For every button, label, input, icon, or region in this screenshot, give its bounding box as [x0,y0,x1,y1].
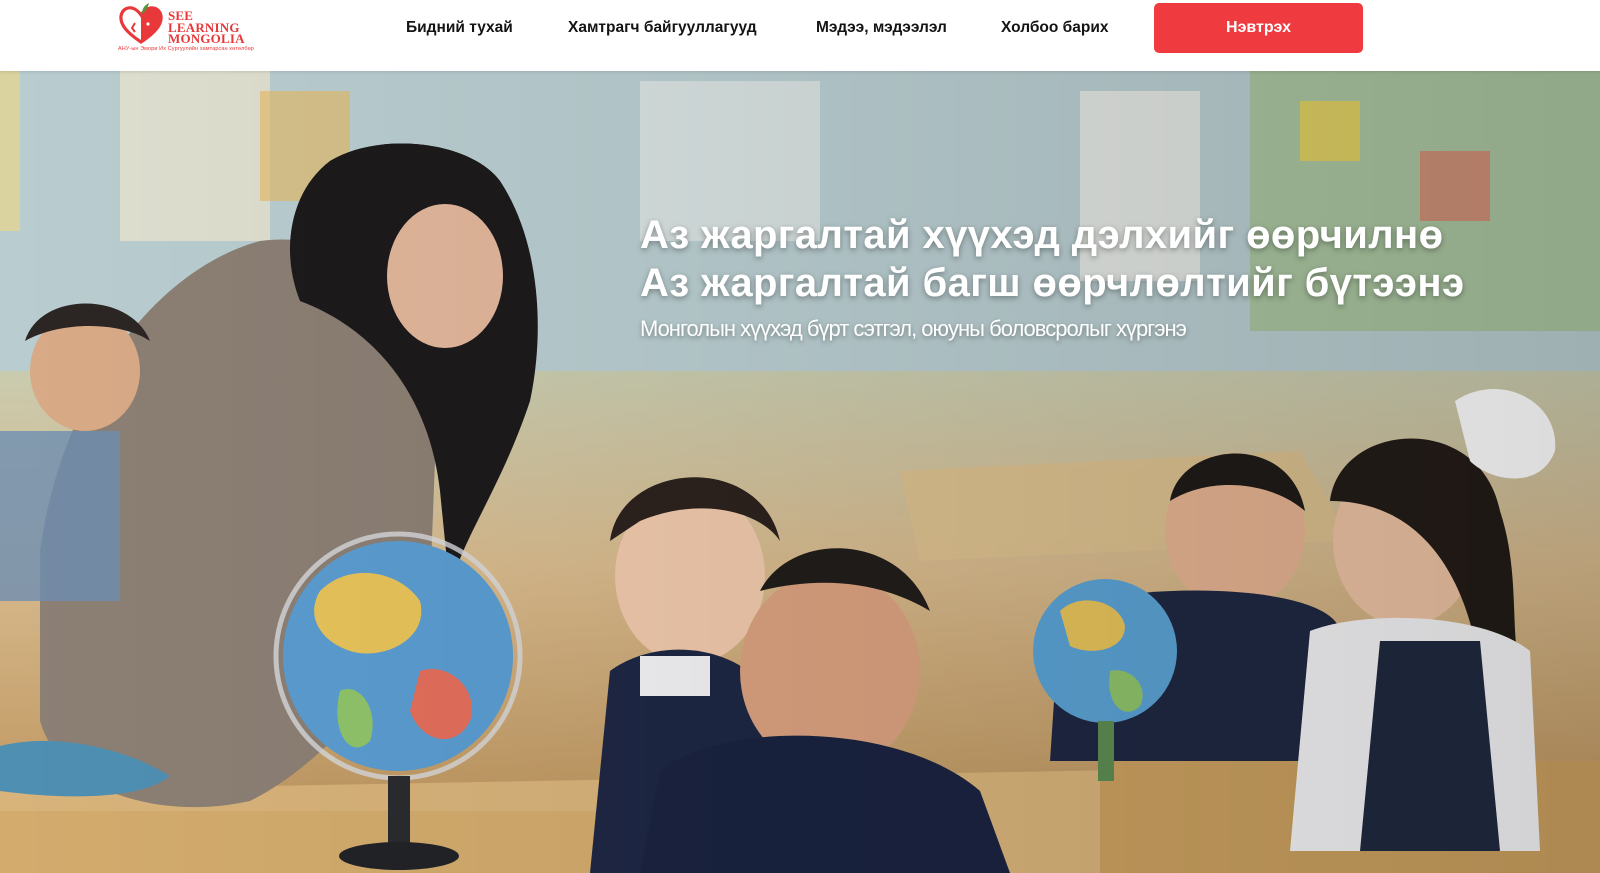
hero-overlay [0,71,1600,873]
logo-text-line-3: MONGOLIA [168,31,245,46]
hero-title-line-1: Аз жаргалтай хүүхэд дэлхийг өөрчилнө [640,213,1444,257]
hero-banner: Аз жаргалтай хүүхэд дэлхийг өөрчилнө Аз … [0,71,1600,873]
site-header: SEE LEARNING MONGOLIA АНУ-ын Эмори Их Су… [0,0,1600,71]
nav-link-contact[interactable]: Холбоо барих [1001,18,1109,38]
logo-tagline: АНУ-ын Эмори Их Сургуулийн хамтарсан хөт… [118,46,254,52]
hero-title-line-2: Аз жаргалтай багш өөрчлөлтийг бүтээнэ [640,261,1465,305]
hero-text: Аз жаргалтай хүүхэд дэлхийг өөрчилнө Аз … [640,211,1580,343]
site-logo[interactable]: SEE LEARNING MONGOLIA АНУ-ын Эмори Их Су… [118,2,258,54]
nav-link-about[interactable]: Бидний тухай [406,18,513,38]
nav-link-partners[interactable]: Хамтрагч байгууллагууд [568,18,757,38]
hero-subtitle: Монголын хүүхэд бүрт сэтгэл, оюуны болов… [640,316,1187,341]
login-button[interactable]: Нэвтрэх [1154,3,1363,53]
heart-apple-logo-icon [119,3,163,44]
nav-link-news[interactable]: Мэдээ, мэдээлэл [816,18,947,38]
